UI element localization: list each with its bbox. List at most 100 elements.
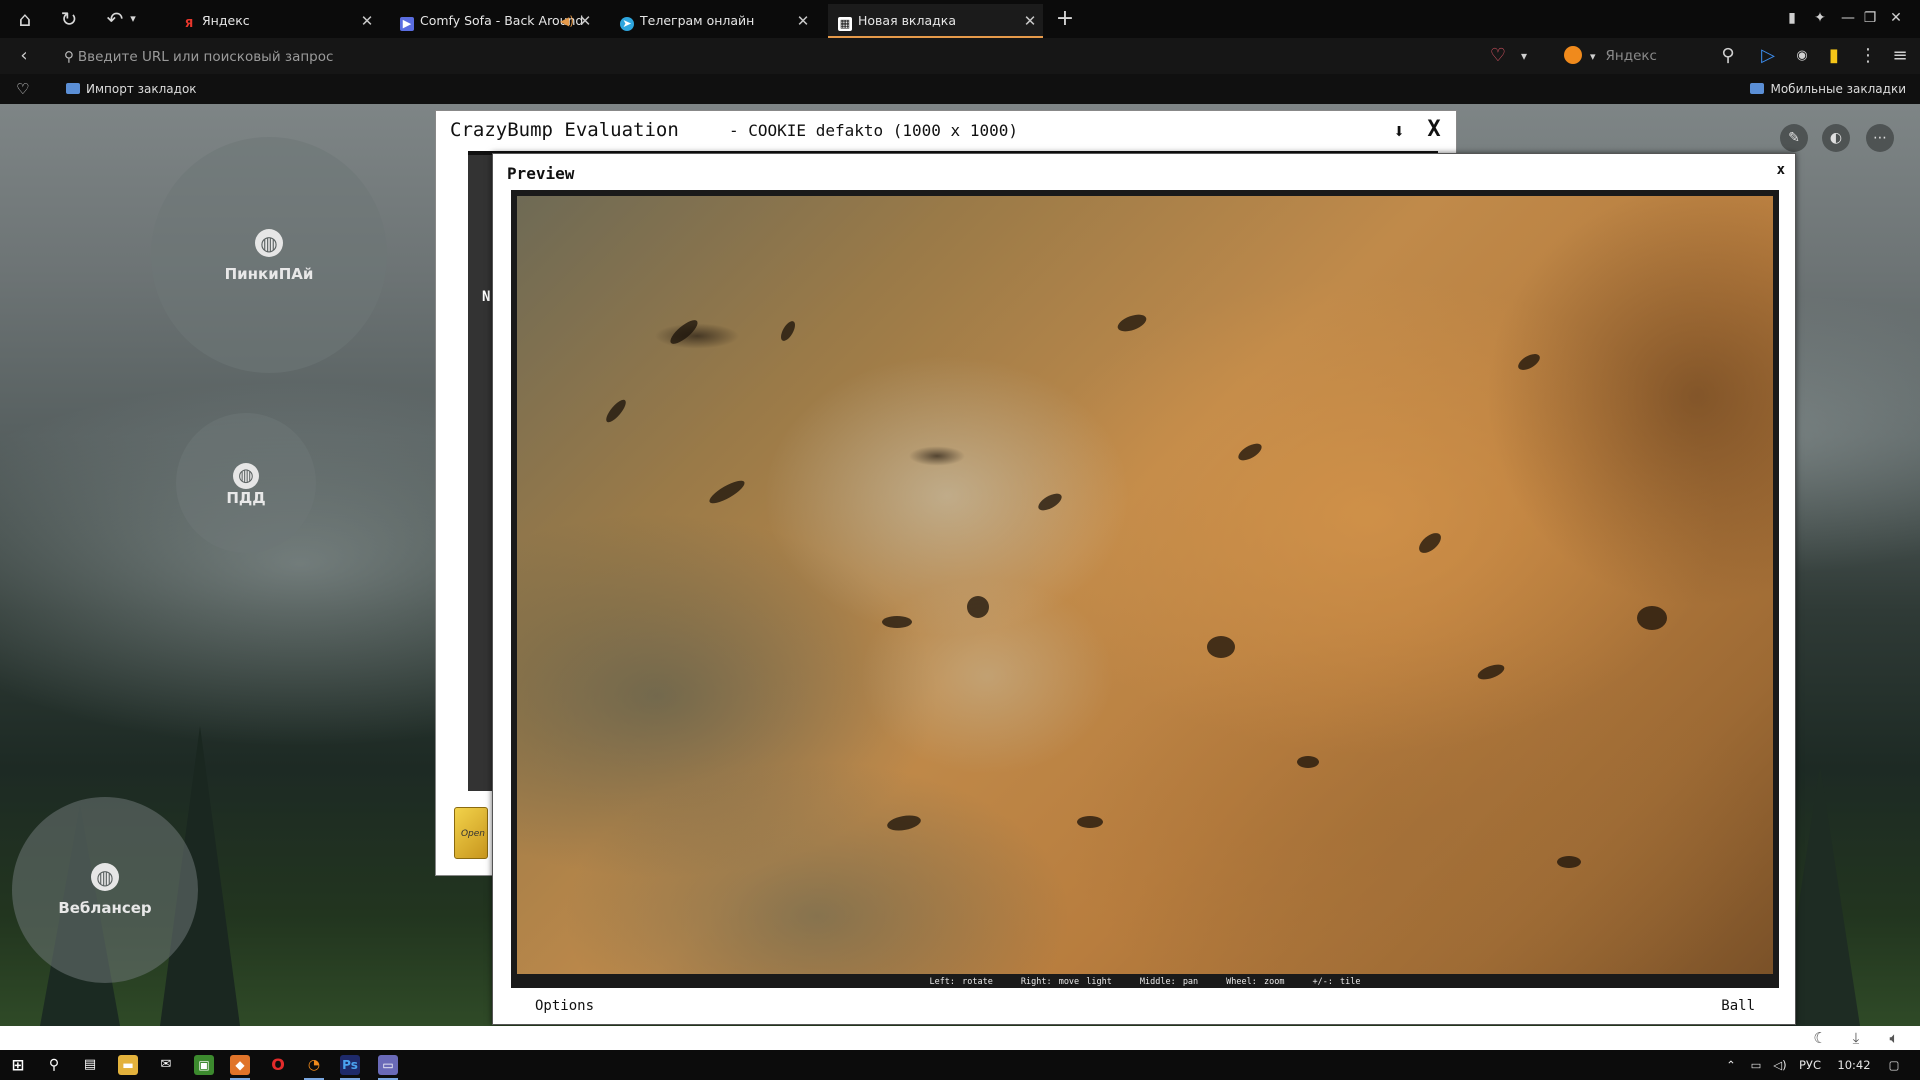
hint-middle: Middle: pan <box>1139 977 1199 987</box>
favorite-heart-icon[interactable]: ♡ <box>1486 44 1510 68</box>
restore-icon[interactable]: ❐ <box>1860 8 1880 28</box>
close-tab-icon[interactable]: ✕ <box>576 4 594 38</box>
search-icon: ⚲ <box>64 49 74 65</box>
close-window-icon[interactable]: ✕ <box>1886 8 1906 28</box>
volume-icon[interactable]: 🔈︎ <box>1884 1028 1904 1048</box>
crazybump-subtitle: - COOKIE defakto (1000 x 1000) <box>729 121 1018 140</box>
crazybump-titlebar[interactable]: CrazyBump Evaluation - COOKIE defakto (1… <box>436 111 1456 151</box>
language-indicator[interactable]: РУС <box>1794 1050 1826 1080</box>
blender-icon[interactable]: ◔ <box>304 1055 324 1075</box>
file-explorer-icon[interactable]: ▬ <box>118 1055 138 1075</box>
more-vertical-icon[interactable]: ⋮ <box>1856 44 1880 68</box>
speed-dial-label: ПДД <box>226 489 266 507</box>
speed-dial-weblancer[interactable]: ◍ Веблансер <box>12 797 198 983</box>
texture-pit <box>1207 636 1235 658</box>
texture-pit <box>886 813 922 833</box>
close-tab-icon[interactable]: ✕ <box>1021 4 1039 36</box>
preview-close-button[interactable]: x <box>1777 162 1785 178</box>
task-view-icon[interactable]: ▤ <box>80 1055 100 1075</box>
texture-pit <box>882 616 912 628</box>
network-icon[interactable]: ▭ <box>1746 1050 1766 1080</box>
texture-pit <box>706 476 748 508</box>
crazybump-close-button[interactable]: X <box>1422 117 1446 143</box>
speed-dial-pdd[interactable]: ◍ ПДД <box>176 413 316 553</box>
video-icon: ▶ <box>400 17 414 31</box>
crazybump-taskbar-icon[interactable]: ▭ <box>378 1055 398 1075</box>
opera-icon[interactable]: O <box>268 1055 288 1075</box>
tab-manager-icon[interactable]: ▮ <box>1782 8 1802 28</box>
folder-icon <box>66 83 80 94</box>
search-icon[interactable]: ⚲ <box>1716 44 1740 68</box>
chevron-down-icon[interactable]: ▾ <box>1512 44 1536 68</box>
speed-dial-label: Веблансер <box>58 899 152 917</box>
preview-texture-render[interactable] <box>517 196 1773 974</box>
address-bar: ‹ ⚲ Введите URL или поисковый запрос ♡ ▾ … <box>0 38 1920 74</box>
more-horizontal-icon[interactable]: ⋯ <box>1866 124 1894 152</box>
volume-icon[interactable]: ◁) <box>1770 1050 1790 1080</box>
yandex-search-icon <box>1564 46 1582 64</box>
extensions-icon[interactable]: ✦ <box>1810 8 1830 28</box>
app-icon[interactable]: ◆ <box>230 1055 250 1075</box>
windows-start-icon[interactable]: ⊞ <box>8 1055 28 1075</box>
play-extension-icon[interactable]: ▷ <box>1756 44 1780 68</box>
texture-pit <box>1077 816 1103 828</box>
globe-icon: ◍ <box>91 863 119 891</box>
search-icon[interactable]: ⚲ <box>44 1055 64 1075</box>
tray-chevron-icon[interactable]: ⌃ <box>1722 1050 1740 1080</box>
mobile-bookmarks-link[interactable]: Мобильные закладки <box>1750 74 1906 104</box>
photoshop-icon[interactable]: Ps <box>340 1055 360 1075</box>
crazybump-panel-letter: N <box>482 289 491 305</box>
store-icon[interactable]: ▣ <box>194 1055 214 1075</box>
texture-pit <box>1415 529 1445 557</box>
close-tab-icon[interactable]: ✕ <box>358 4 376 38</box>
night-mode-icon[interactable]: ☾ <box>1810 1028 1830 1048</box>
mail-icon[interactable]: ✉ <box>156 1055 176 1075</box>
tab-comfy-sofa[interactable]: ▶ Comfy Sofa - Back Around ◀) ✕ <box>398 4 598 38</box>
hint-left: Left: rotate <box>929 977 993 987</box>
chevron-down-icon: ▾ <box>1590 50 1596 63</box>
texture-pit <box>1515 350 1543 374</box>
chevron-down-icon[interactable]: ▾ <box>120 6 146 32</box>
vk-extension-icon[interactable]: ◉ <box>1790 44 1814 68</box>
edit-icon[interactable]: ✎ <box>1780 124 1808 152</box>
notes-extension-icon[interactable]: ▮ <box>1822 44 1846 68</box>
notifications-icon[interactable]: ▢ <box>1882 1050 1906 1080</box>
minimize-icon[interactable]: — <box>1838 8 1858 28</box>
download-arrow-icon[interactable]: ⬇ <box>1388 119 1410 143</box>
tab-label: Телеграм онлайн <box>640 13 755 28</box>
telegram-icon: ➤ <box>620 17 634 31</box>
globe-icon: ◍ <box>255 229 283 257</box>
close-tab-icon[interactable]: ✕ <box>794 4 812 38</box>
back-arrow-icon[interactable]: ‹ <box>12 44 36 68</box>
preview-header[interactable]: Preview x <box>493 154 1795 188</box>
search-engine-selector[interactable]: ▾ Яндекс <box>1564 45 1657 67</box>
import-bookmarks-link[interactable]: Импорт закладок <box>66 74 197 104</box>
search-engine-label: Яндекс <box>1605 48 1657 64</box>
shape-ball-button[interactable]: Ball <box>1721 998 1755 1014</box>
audio-playing-icon[interactable]: ◀) <box>558 4 576 38</box>
tab-new-tab[interactable]: ▦ Новая вкладка ✕ <box>828 4 1043 38</box>
palette-icon[interactable]: ◐ <box>1822 124 1850 152</box>
reload-icon[interactable]: ↻ <box>56 6 82 32</box>
clock[interactable]: 10:42 <box>1834 1050 1874 1080</box>
texture-pit <box>1235 440 1265 464</box>
open-folder-icon[interactable]: Open <box>454 807 488 859</box>
yandex-icon: Я <box>184 17 194 30</box>
url-input[interactable]: ⚲ Введите URL или поисковый запрос <box>64 46 1464 68</box>
preview-viewport[interactable]: Left: rotate Right: move light Middle: pan… <box>511 190 1779 988</box>
options-button[interactable]: Options <box>535 998 594 1014</box>
tab-label: Новая вкладка <box>858 13 956 28</box>
hint-right: Right: move light <box>1020 977 1112 987</box>
tab-yandex[interactable]: Я Яндекс ✕ <box>180 4 380 38</box>
speed-dial-pinkipai[interactable]: ◍ ПинкиПАй <box>151 137 387 373</box>
home-icon[interactable]: ⌂ <box>12 6 38 32</box>
heart-icon[interactable]: ♡ <box>16 74 29 104</box>
tab-telegram[interactable]: ➤ Телеграм онлайн ✕ <box>618 4 816 38</box>
menu-icon[interactable]: ≡ <box>1888 44 1912 68</box>
globe-icon: ◍ <box>233 463 259 489</box>
new-tab-plus-icon[interactable]: + <box>1052 6 1078 32</box>
preview-title: Preview <box>507 164 575 183</box>
downloads-icon[interactable]: ⤓ <box>1846 1028 1866 1048</box>
browser-status-strip: ☾ ⤓ 🔈︎ <box>0 1026 1920 1050</box>
url-placeholder: Введите URL или поисковый запрос <box>77 49 334 65</box>
